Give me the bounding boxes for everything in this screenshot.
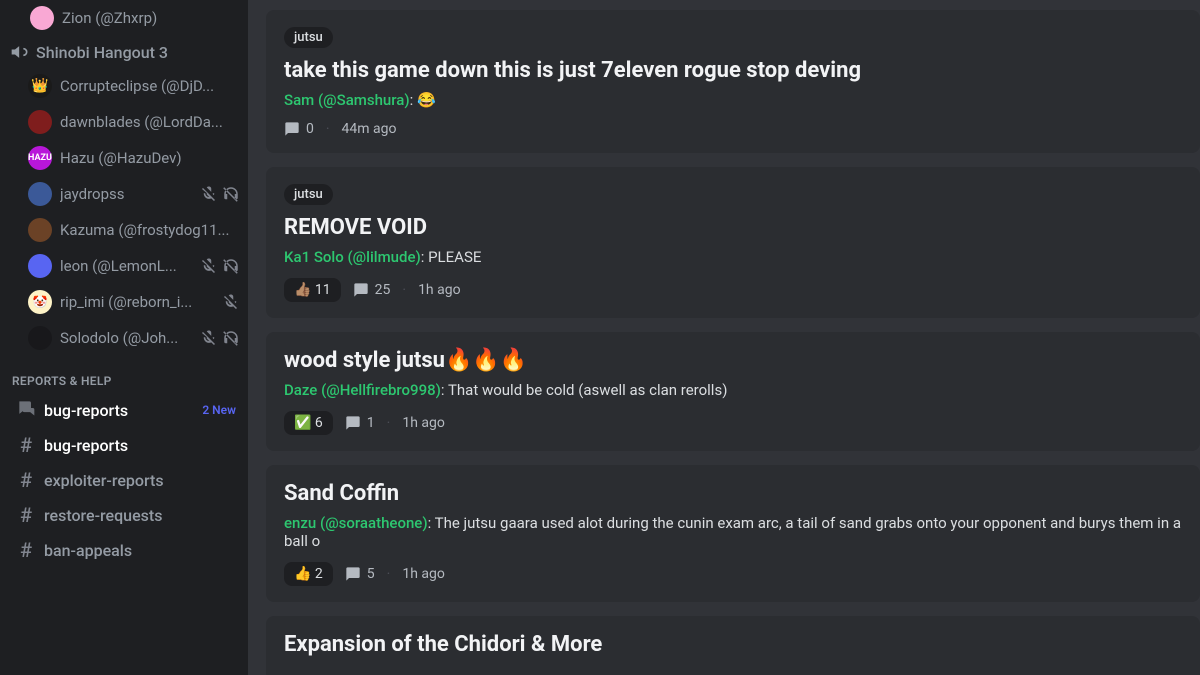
post-title: REMOVE VOID — [284, 215, 1182, 240]
voice-member[interactable]: 👑 Corrupteclipse (@DjD... — [20, 68, 248, 104]
post-text: : PLEASE — [421, 248, 482, 266]
separator: · — [326, 121, 330, 137]
separator: · — [387, 566, 391, 582]
member-label: rip_imi (@reborn_i... — [60, 293, 214, 311]
category-header[interactable]: REPORTS & HELP — [0, 356, 248, 392]
member-label: Zion (@Zhxrp) — [62, 9, 240, 27]
voice-channel-name: Shinobi Hangout 3 — [36, 43, 168, 62]
post-footer: 👍 2 5 · 1h ago — [284, 562, 1182, 586]
voice-channel-header[interactable]: Shinobi Hangout 3 — [0, 36, 248, 68]
channel-ban-appeals[interactable]: # ban-appeals — [4, 533, 244, 567]
voice-member[interactable]: HAZU Hazu (@HazuDev) — [20, 140, 248, 176]
separator: · — [402, 282, 406, 298]
member-label: Hazu (@HazuDev) — [60, 149, 240, 167]
member-label: dawnblades (@LordDa... — [60, 113, 240, 131]
post-text: : That would be cold (aswell as clan rer… — [441, 381, 728, 399]
avatar — [28, 326, 52, 350]
channel-bug-reports[interactable]: bug-reports 2 New — [4, 393, 244, 427]
hash-icon: # — [16, 468, 36, 492]
forum-post[interactable]: jutsu REMOVE VOID Ka1 Solo (@lilmude): PLE… — [266, 167, 1200, 318]
channel-name: ban-appeals — [44, 541, 132, 560]
reply-count[interactable]: 5 — [345, 566, 375, 582]
forum-post[interactable]: wood style jutsu🔥🔥🔥 Daze (@Hellfirebro998… — [266, 332, 1200, 451]
channel-bug-reports[interactable]: # bug-reports — [4, 428, 244, 462]
member-label: jaydropss — [60, 185, 192, 203]
avatar — [30, 6, 54, 30]
channel-list: bug-reports 2 New # bug-reports # exploiter-r… — [0, 392, 248, 568]
channel-name: bug-reports — [44, 401, 128, 420]
post-tag: jutsu — [284, 27, 333, 48]
forum-post[interactable]: Expansion of the Chidori & More — [266, 616, 1200, 675]
channel-restore-requests[interactable]: # restore-requests — [4, 498, 244, 532]
post-time: 1h ago — [418, 282, 461, 298]
post-body: enzu (@soraatheone): The jutsu gaara use… — [284, 514, 1182, 550]
post-body: Sam (@Samshura): 😂 — [284, 91, 1182, 109]
post-body: Ka1 Solo (@lilmude): PLEASE — [284, 248, 1182, 266]
post-footer: ✅ 6 1 · 1h ago — [284, 411, 1182, 435]
voice-member[interactable]: 🤡 rip_imi (@reborn_i... — [20, 284, 248, 320]
voice-member-top[interactable]: Zion (@Zhxrp) — [0, 0, 248, 36]
reply-count[interactable]: 1 — [345, 415, 375, 431]
member-label: Solodolo (@Joh... — [60, 329, 192, 347]
voice-member[interactable]: leon (@LemonL... — [20, 248, 248, 284]
post-author: Ka1 Solo (@lilmude) — [284, 248, 421, 266]
post-author: Daze (@Hellfirebro998) — [284, 381, 441, 399]
member-label: Kazuma (@frostydog11... — [60, 221, 240, 239]
main-content: jutsu take this game down this is just 7e… — [248, 0, 1200, 675]
post-title: Sand Coffin — [284, 481, 1182, 506]
post-author: enzu (@soraatheone) — [284, 514, 428, 532]
forum-post[interactable]: jutsu take this game down this is just 7e… — [266, 10, 1200, 153]
forum-post[interactable]: Sand Coffin enzu (@soraatheone): The juts… — [266, 465, 1200, 602]
member-label: leon (@LemonL... — [60, 257, 192, 275]
voice-member[interactable]: jaydropss — [20, 176, 248, 212]
voice-member-list: 👑 Corrupteclipse (@DjD... dawnblades (@Lor… — [0, 68, 248, 356]
post-author: Sam (@Samshura) — [284, 91, 410, 109]
voice-member[interactable]: Solodolo (@Joh... — [20, 320, 248, 356]
avatar — [28, 254, 52, 278]
post-text: : 😂 — [410, 91, 436, 109]
avatar — [28, 182, 52, 206]
post-tag: jutsu — [284, 184, 333, 205]
reaction[interactable]: ✅ 6 — [284, 411, 333, 435]
avatar: HAZU — [28, 146, 52, 170]
avatar — [28, 110, 52, 134]
post-body: Daze (@Hellfirebro998): That would be co… — [284, 381, 1182, 399]
channel-badge: 2 New — [202, 403, 236, 417]
post-footer: 👍🏽 11 25 · 1h ago — [284, 278, 1182, 302]
mute-status-icons — [200, 257, 240, 275]
speaker-icon — [10, 42, 30, 62]
post-time: 44m ago — [342, 121, 397, 137]
post-time: 1h ago — [402, 566, 445, 582]
post-footer: 0 · 44m ago — [284, 121, 1182, 137]
channel-name: bug-reports — [44, 436, 128, 455]
reaction[interactable]: 👍 2 — [284, 562, 333, 586]
voice-member[interactable]: dawnblades (@LordDa... — [20, 104, 248, 140]
hash-icon: # — [16, 503, 36, 527]
member-label: Corrupteclipse (@DjD... — [60, 77, 240, 95]
avatar: 🤡 — [28, 290, 52, 314]
hash-icon: # — [16, 433, 36, 457]
avatar: 👑 — [28, 74, 52, 98]
hash-icon: # — [16, 538, 36, 562]
channel-exploiter-reports[interactable]: # exploiter-reports — [4, 463, 244, 497]
forum-posts: jutsu take this game down this is just 7e… — [266, 10, 1200, 675]
channel-name: exploiter-reports — [44, 471, 164, 490]
post-title: wood style jutsu🔥🔥🔥 — [284, 348, 1182, 373]
separator: · — [387, 415, 391, 431]
reply-count[interactable]: 25 — [353, 282, 391, 298]
mute-status-icons — [200, 185, 240, 203]
post-time: 1h ago — [402, 415, 445, 431]
mute-status-icons — [200, 329, 240, 347]
sidebar: Zion (@Zhxrp) Shinobi Hangout 3 👑 Corrupt… — [0, 0, 248, 675]
post-title: Expansion of the Chidori & More — [284, 632, 1182, 657]
voice-member[interactable]: Kazuma (@frostydog11... — [20, 212, 248, 248]
reply-count[interactable]: 0 — [284, 121, 314, 137]
post-title: take this game down this is just 7eleven… — [284, 58, 1182, 83]
channel-name: restore-requests — [44, 506, 162, 525]
mute-status-icons — [222, 293, 240, 311]
forum-icon — [16, 398, 36, 422]
reaction[interactable]: 👍🏽 11 — [284, 278, 341, 302]
avatar — [28, 218, 52, 242]
